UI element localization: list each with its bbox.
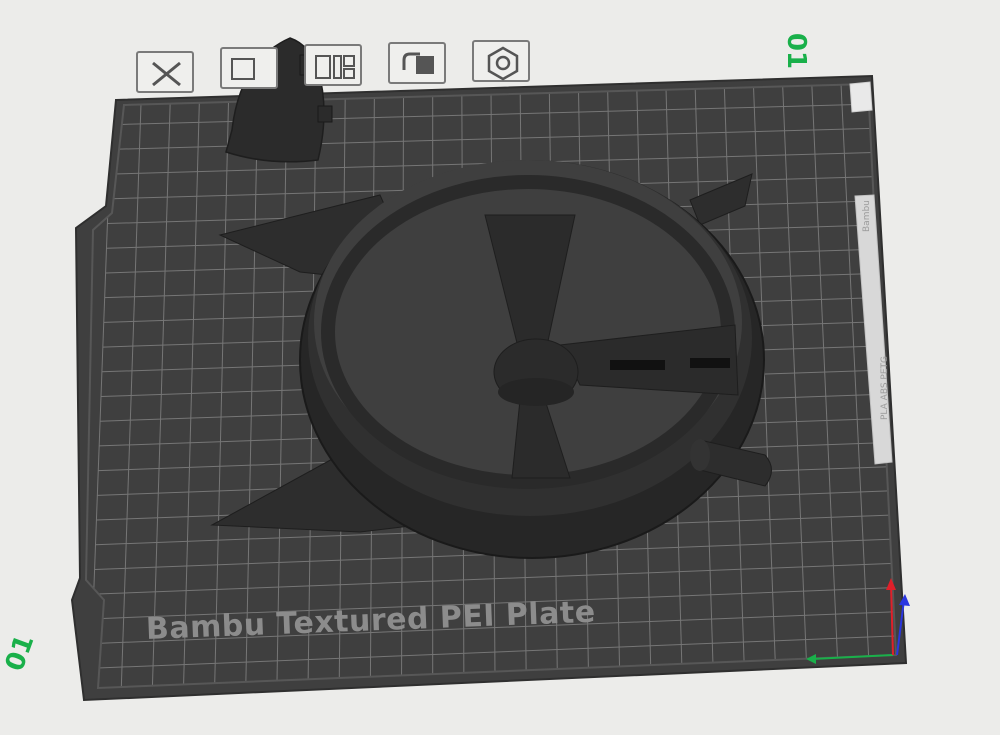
delete-plate-button[interactable]	[136, 51, 194, 93]
plate-brand-small-text: Bambu	[862, 200, 872, 232]
hexagon-settings-icon	[487, 46, 519, 81]
plate-marker-tab	[849, 81, 873, 113]
filament-compatibility-label: PLA ABS PETG	[880, 356, 890, 420]
layout-button[interactable]	[304, 44, 362, 86]
close-icon	[152, 61, 181, 87]
arrange-icon	[231, 58, 255, 80]
plate-settings-button[interactable]	[472, 40, 530, 82]
lock-icon	[402, 52, 434, 74]
3d-viewport[interactable]: Bambu Textured PEI Plate 01 01 PLA ABS P…	[0, 0, 1000, 731]
plate-number-top: 01	[781, 32, 812, 70]
lock-plate-button[interactable]	[388, 42, 446, 84]
arrange-button[interactable]	[220, 47, 278, 89]
layout-icon	[315, 55, 355, 79]
